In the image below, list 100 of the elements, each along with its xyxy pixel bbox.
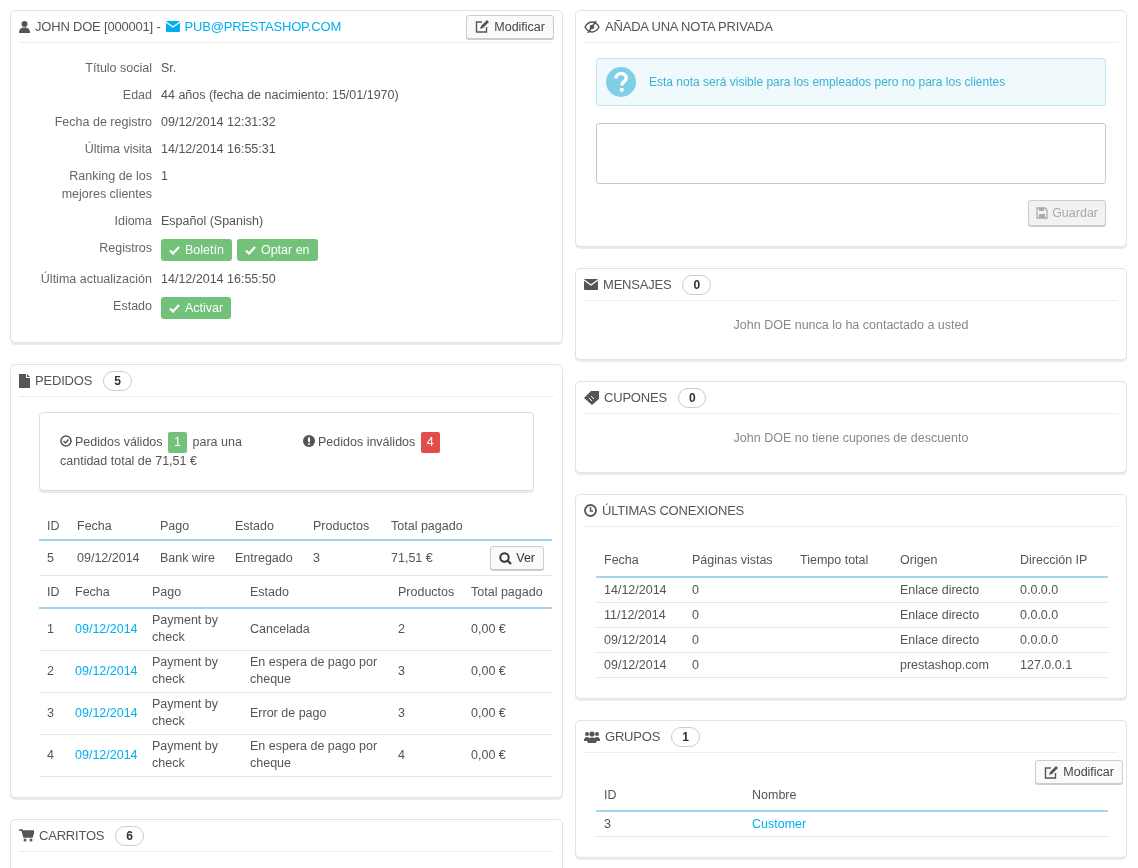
table-cell: 0,00 € <box>463 608 552 651</box>
column-header: Dirección IP <box>1012 542 1108 577</box>
group-link[interactable]: Customer <box>752 817 807 831</box>
users-icon <box>584 730 600 743</box>
valid-orders-label: Pedidos válidos <box>75 435 163 449</box>
total-amount-text: para una <box>192 435 242 449</box>
table-cell: 127.0.0.1 <box>1012 652 1108 678</box>
column-header: Fecha <box>67 576 144 608</box>
empty-message: John DOE no tiene cupones de descuento <box>733 431 969 445</box>
panel-title: PEDIDOS <box>35 373 93 388</box>
table-cell: En espera de pago por cheque <box>242 650 390 693</box>
date-link[interactable]: 09/12/2014 <box>75 747 138 762</box>
check-icon <box>244 245 256 255</box>
edit-icon <box>475 20 490 33</box>
field-value: 14/12/2014 16:55:50 <box>161 271 277 288</box>
column-header: Páginas vistas <box>684 542 792 577</box>
count-badge: 1 <box>168 432 187 453</box>
table-cell: Bank wire <box>152 540 227 576</box>
total-amount-text: cantidad total de 71,51 € <box>60 454 197 468</box>
table-cell: 14/12/2014 <box>596 577 684 603</box>
date-link[interactable]: 09/12/2014 <box>75 621 138 636</box>
table-cell: 11/12/2014 <box>596 602 684 628</box>
clock-icon <box>584 504 597 517</box>
envelope-icon <box>584 279 598 290</box>
table-cell: 71,51 € <box>383 540 468 576</box>
table-cell: 0,00 € <box>463 650 552 693</box>
column-header: Total pagado <box>463 576 552 608</box>
table-cell: Error de pago <box>242 692 390 735</box>
table-cell: prestashop.com <box>892 652 1012 678</box>
date-link[interactable]: 09/12/2014 <box>75 663 138 678</box>
column-header: ID <box>39 513 69 540</box>
cart-icon <box>19 829 34 842</box>
column-header: Tiempo total <box>792 542 892 577</box>
field-value: 44 años (fecha de nacimiento: 15/01/1970) <box>161 87 400 104</box>
field-value: 09/12/2014 12:31:32 <box>161 114 277 131</box>
edit-button[interactable]: Modificar <box>466 14 554 39</box>
table-cell: Entregado <box>227 540 305 576</box>
note-textarea[interactable] <box>596 123 1106 184</box>
check-circle-icon <box>60 435 72 447</box>
column-header: ID <box>596 784 744 811</box>
status-badge: Boletín <box>161 239 232 261</box>
table-cell: Payment by check <box>144 650 242 693</box>
table-cell: 3 <box>390 692 463 735</box>
field-value: 14/12/2014 16:55:31 <box>161 141 277 158</box>
column-header: Fecha <box>69 513 152 540</box>
table-cell: 3 <box>390 650 463 693</box>
column-header: Total pagado <box>383 513 468 540</box>
table-cell: 0 <box>684 577 792 603</box>
date-link[interactable]: 09/12/2014 <box>75 705 138 720</box>
table-cell: 0.0.0.0 <box>1012 627 1108 653</box>
table-cell: 0,00 € <box>463 734 552 777</box>
table-cell: En espera de pago por cheque <box>242 734 390 777</box>
info-text: Esta nota será visible para los empleados pero no para los clientes <box>649 75 1006 89</box>
column-header: ID <box>39 576 67 608</box>
field-label: Fecha de registro <box>53 114 152 131</box>
table-cell: 09/12/2014 <box>596 627 684 653</box>
table-cell: 0 <box>684 602 792 628</box>
table-cell: 4 <box>39 734 67 777</box>
save-icon <box>1036 207 1049 219</box>
table-cell: 0 <box>684 652 792 678</box>
ticket-icon <box>584 390 599 405</box>
table-cell: 5 <box>39 540 69 576</box>
table-cell: 1 <box>39 608 67 651</box>
panel-title: CARRITOS <box>39 828 105 843</box>
field-label: Última visita <box>83 140 152 158</box>
table-cell: 0.0.0.0 <box>1012 602 1108 628</box>
view-button[interactable]: Ver <box>490 546 544 570</box>
file-icon <box>19 373 30 388</box>
panel-title: ÚLTIMAS CONEXIONES <box>602 503 745 518</box>
table-cell: Cancelada <box>242 608 390 651</box>
check-icon <box>169 245 180 255</box>
edit-button[interactable]: Modificar <box>1035 760 1123 784</box>
field-label: Registros <box>98 240 152 257</box>
email-link[interactable]: PUB@PRESTASHOP.COM <box>184 19 341 34</box>
panel-title: AÑADA UNA NOTA PRIVADA <box>605 19 773 34</box>
column-header: Productos <box>305 513 383 540</box>
field-label: Título social <box>84 60 152 77</box>
table-cell: 0.0.0.0 <box>1012 577 1108 603</box>
table-cell: Payment by check <box>144 734 242 777</box>
panel-title: CUPONES <box>604 390 667 405</box>
column-header: Nombre <box>744 784 1108 811</box>
table-cell: 3 <box>39 692 67 735</box>
envelope-icon <box>165 21 180 32</box>
field-value: Sr. <box>161 60 178 77</box>
empty-message: John DOE nunca lo ha contactado a usted <box>733 318 969 332</box>
search-icon <box>499 551 513 565</box>
table-cell: 2 <box>390 608 463 651</box>
field-value: Español (Spanish) <box>161 213 265 230</box>
column-header: Origen <box>892 542 1012 577</box>
user-icon <box>19 20 30 33</box>
column-header: Estado <box>242 576 390 608</box>
field-label: Estado <box>112 298 152 315</box>
eye-slash-icon <box>584 20 600 33</box>
column-header: Fecha <box>596 542 684 577</box>
panel-title: GRUPOS <box>605 729 661 744</box>
table-cell: Enlace directo <box>892 602 1012 628</box>
panel-title: JOHN DOE [000001] - <box>35 19 161 34</box>
table-cell: 0 <box>684 627 792 653</box>
status-badge: Optar en <box>236 239 318 261</box>
table-cell: Payment by check <box>144 692 242 735</box>
